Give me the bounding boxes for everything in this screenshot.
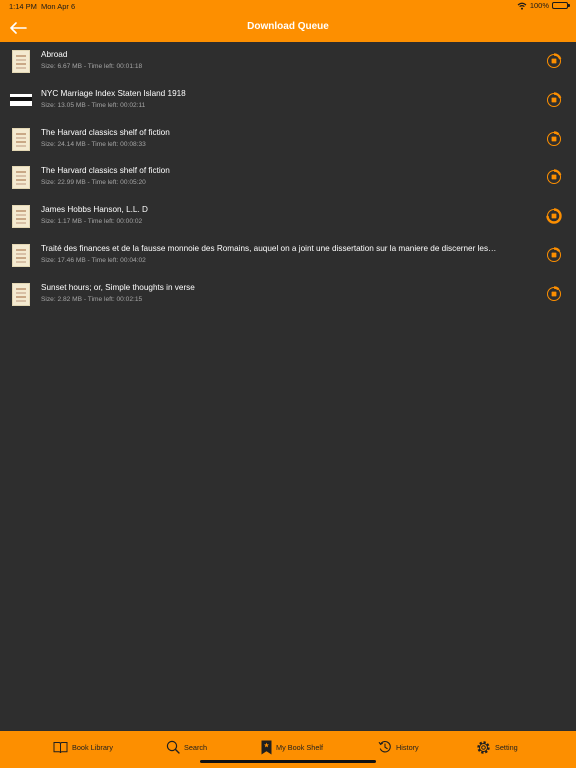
download-progress-stop-button[interactable] (546, 130, 562, 147)
book-cover-thumbnail (12, 50, 30, 73)
download-progress-stop-button[interactable] (546, 208, 562, 224)
download-title: The Harvard classics shelf of fiction (41, 127, 170, 137)
status-indicators: 100% (517, 1, 570, 10)
download-title: NYC Marriage Index Staten Island 1918 (41, 88, 186, 98)
bookmark-icon (261, 740, 272, 754)
search-icon (166, 740, 180, 754)
status-date: Mon Apr 6 (41, 2, 76, 11)
download-progress-stop-button[interactable] (546, 286, 562, 302)
download-title: Traité des finances et de la fausse monn… (41, 243, 497, 253)
download-item[interactable]: The Harvard classics shelf of fiction Si… (0, 158, 576, 197)
download-meta: Size: 24.14 MB - Time left: 00:08:33 (41, 140, 146, 148)
download-progress-stop-button[interactable] (546, 53, 562, 69)
tab-history[interactable]: History (378, 737, 419, 757)
download-item[interactable]: Sunset hours; or, Simple thoughts in ver… (0, 275, 576, 314)
book-cover-thumbnail (12, 205, 30, 229)
download-item[interactable]: The Harvard classics shelf of fiction Si… (0, 120, 576, 159)
home-indicator (200, 760, 376, 763)
navigation-bar: 1:14 PM Mon Apr 6 100% Download Queue (0, 0, 576, 42)
stop-icon (551, 136, 557, 141)
stop-icon (551, 174, 557, 180)
stop-icon (551, 213, 557, 219)
stop-icon (551, 58, 557, 64)
download-title: Sunset hours; or, Simple thoughts in ver… (41, 282, 195, 292)
download-title: James Hobbs Hanson, L.L. D (41, 205, 148, 215)
wifi-icon (517, 2, 527, 10)
download-item[interactable]: Traité des finances et de la fausse monn… (0, 236, 576, 275)
tab-my-book-shelf[interactable]: My Book Shelf (261, 737, 323, 757)
book-cover-thumbnail (12, 166, 30, 190)
download-meta: Size: 2.82 MB - Time left: 00:02:15 (41, 295, 143, 303)
book-cover-thumbnail (12, 243, 30, 267)
download-meta: Size: 1.17 MB - Time left: 00:00:02 (41, 218, 143, 226)
download-meta: Size: 6.67 MB - Time left: 00:01:18 (41, 63, 143, 70)
download-title: The Harvard classics shelf of fiction (41, 166, 170, 176)
tab-search[interactable]: Search (166, 737, 207, 757)
download-meta: Size: 17.46 MB - Time left: 00:04:02 (41, 256, 146, 264)
page-title: Download Queue (247, 21, 329, 32)
tab-label: History (396, 742, 419, 752)
tab-label: Book Library (72, 742, 113, 752)
download-item[interactable]: NYC Marriage Index Staten Island 1918 Si… (0, 81, 576, 120)
tab-label: Setting (495, 742, 518, 752)
battery-icon (552, 2, 570, 9)
stop-icon (551, 291, 557, 297)
history-icon (378, 740, 391, 753)
battery-percent: 100% (529, 1, 549, 10)
download-progress-stop-button[interactable] (546, 247, 562, 263)
download-meta: Size: 22.99 MB - Time left: 00:05:20 (41, 179, 146, 187)
status-time: 1:14 PM (9, 2, 37, 11)
download-queue-list: Abroad Size: 6.67 MB - Time left: 00:01:… (0, 42, 576, 314)
tab-setting[interactable]: Setting (476, 737, 518, 757)
tab-book-library[interactable]: Book Library (53, 737, 113, 757)
tab-label: My Book Shelf (276, 742, 324, 752)
book-icon (53, 741, 68, 753)
book-cover-thumbnail (12, 282, 30, 306)
download-progress-stop-button[interactable] (546, 169, 562, 186)
book-cover-thumbnail (12, 127, 30, 151)
download-progress-stop-button[interactable] (546, 92, 562, 108)
download-meta: Size: 13.05 MB - Time left: 00:02:11 (41, 101, 146, 109)
download-item[interactable]: Abroad Size: 6.67 MB - Time left: 00:01:… (0, 42, 576, 81)
stop-icon (551, 252, 557, 258)
download-title: Abroad (41, 50, 68, 59)
stop-icon (551, 97, 557, 103)
tab-label: Search (184, 742, 208, 752)
book-cover-thumbnail (10, 93, 32, 106)
gear-icon (477, 740, 490, 754)
download-item[interactable]: James Hobbs Hanson, L.L. D Size: 1.17 MB… (0, 197, 576, 236)
